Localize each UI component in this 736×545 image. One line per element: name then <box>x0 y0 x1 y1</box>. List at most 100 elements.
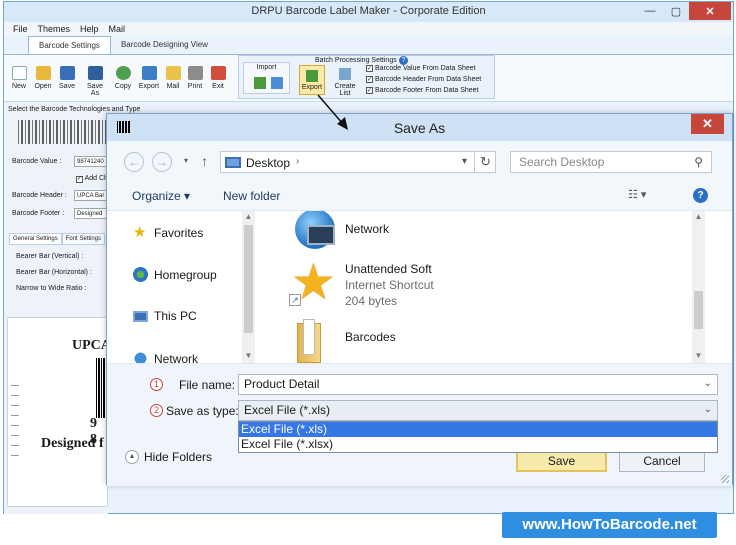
refresh-icon[interactable]: ↻ <box>474 151 496 173</box>
option-barcode-header[interactable]: ✓ Barcode Header From Data Sheet <box>366 76 481 83</box>
list-item[interactable]: ★ ↗ Unattended Soft Internet Shortcut 20… <box>289 257 434 309</box>
checkbox-checked-icon[interactable]: ✓ <box>366 76 373 83</box>
nav-favorites[interactable]: ★ Favorites <box>133 225 203 240</box>
tab-font-settings[interactable]: Font Settings <box>61 233 106 245</box>
save-toolbar-button[interactable]: Save <box>55 66 79 90</box>
nav-this-pc[interactable]: This PC <box>133 309 197 323</box>
export-toolbar-button[interactable]: Export <box>137 66 161 90</box>
save-as-button[interactable]: Save As <box>83 66 107 97</box>
resize-grip[interactable] <box>721 475 729 483</box>
import-list-icon[interactable] <box>271 77 283 89</box>
floppy-icon <box>59 66 75 80</box>
change-view-icon[interactable]: ☷ ▾ <box>628 188 660 204</box>
minimize-button[interactable]: — <box>637 2 663 20</box>
tab-barcode-designing-view[interactable]: Barcode Designing View <box>111 36 218 54</box>
nav-network[interactable]: Network <box>133 351 198 363</box>
barcode-header-input[interactable]: UPCA Bar <box>74 190 108 201</box>
scroll-up-icon[interactable]: ▲ <box>692 212 705 221</box>
menu-mail[interactable]: Mail <box>109 22 126 36</box>
up-arrow-icon[interactable]: ↑ <box>201 153 208 169</box>
list-item[interactable]: Network <box>289 211 389 255</box>
star-icon: ★ <box>133 224 147 241</box>
scroll-thumb[interactable] <box>244 225 253 333</box>
file-list-scrollbar[interactable]: ▲ ▼ <box>692 211 705 363</box>
save-as-type-label: Save as type: <box>166 404 239 418</box>
batch-help-icon[interactable]: ? <box>399 56 408 65</box>
new-folder-button[interactable]: New folder <box>223 189 280 203</box>
file-name-value: Product Detail <box>244 377 320 391</box>
barcode-type-thumbnails[interactable] <box>18 120 106 144</box>
technology-heading: Select the Barcode Technologies and Type <box>8 106 141 113</box>
cancel-button[interactable]: Cancel <box>619 450 705 472</box>
print-button[interactable]: Print <box>183 66 207 90</box>
hide-folders-button[interactable]: ▲ Hide Folders <box>125 450 212 464</box>
address-dropdown-icon[interactable]: ▾ <box>462 156 467 167</box>
option-excel-xlsx[interactable]: Excel File (*.xlsx) <box>239 437 717 452</box>
copy-button[interactable]: Copy <box>111 66 135 90</box>
menu-themes[interactable]: Themes <box>38 22 71 36</box>
scroll-up-icon[interactable]: ▲ <box>242 212 255 221</box>
organize-menu-button[interactable]: Organize ▾ <box>132 189 190 203</box>
barcode-footer-label: Barcode Footer : <box>12 210 65 217</box>
nav-pane-scrollbar[interactable]: ▲ ▼ <box>242 211 255 363</box>
bearer-bar-horizontal-label: Bearer Bar (Horizontal) : <box>16 269 92 276</box>
list-item[interactable]: Barcodes <box>289 317 396 363</box>
scroll-thumb[interactable] <box>694 291 703 329</box>
tab-general-settings[interactable]: General Settings <box>9 233 62 245</box>
back-arrow-icon[interactable]: ← <box>124 152 144 172</box>
checkbox-checked-icon[interactable]: ✓ <box>366 65 373 72</box>
breadcrumb-chevron-icon[interactable]: › <box>296 156 299 167</box>
tab-barcode-settings[interactable]: Barcode Settings <box>28 36 111 54</box>
option-barcode-value[interactable]: ✓ Barcode Value From Data Sheet <box>366 65 476 72</box>
nav-homegroup[interactable]: Homegroup <box>133 267 217 282</box>
maximize-button[interactable]: ▢ <box>663 2 689 20</box>
close-button[interactable]: ✕ <box>689 2 731 20</box>
import-excel-icon[interactable] <box>254 77 266 89</box>
step-two-marker: 2 <box>150 404 163 417</box>
batch-export-button[interactable]: Export <box>299 65 325 95</box>
search-input[interactable]: Search Desktop ⚲ <box>510 151 712 173</box>
menu-help[interactable]: Help <box>80 22 99 36</box>
mail-button[interactable]: Mail <box>161 66 185 90</box>
open-button[interactable]: Open <box>31 66 55 90</box>
add-checksum-checkbox[interactable]: ✓ Add Ch <box>76 175 108 183</box>
save-type-dropdown-list: Excel File (*.xls) Excel File (*.xlsx) <box>238 421 718 453</box>
ribbon-tabs: Barcode Settings Barcode Designing View <box>4 36 218 54</box>
checkbox-checked-icon[interactable]: ✓ <box>76 175 83 183</box>
chevron-down-icon[interactable]: ⌄ <box>704 378 712 389</box>
dialog-close-button[interactable]: ✕ <box>691 114 724 134</box>
checkbox-checked-icon[interactable]: ✓ <box>366 87 373 94</box>
address-bar[interactable]: Desktop › ▾ <box>220 151 496 173</box>
forward-arrow-icon[interactable]: → <box>152 152 172 172</box>
ribbon-toolbar: New Open Save Save As Copy Export Mail P… <box>4 54 733 102</box>
menu-file[interactable]: File <box>13 22 28 36</box>
save-as-dialog: Save As ✕ ← → ▾ ↑ Desktop › ▾ ↻ Search D… <box>106 113 733 486</box>
exit-icon <box>210 66 226 80</box>
option-excel-xls[interactable]: Excel File (*.xls) <box>239 422 717 437</box>
create-list-button[interactable]: Create List <box>330 66 360 97</box>
exit-button[interactable]: Exit <box>206 66 230 90</box>
option-barcode-footer[interactable]: ✓ Barcode Footer From Data Sheet <box>366 87 479 94</box>
navigation-pane: ★ Favorites Homegroup This PC Network ▲ … <box>107 211 255 363</box>
file-name-input[interactable]: Product Detail ⌄ <box>238 374 718 395</box>
recent-locations-chevron-icon[interactable]: ▾ <box>180 152 192 172</box>
file-name-label: File name: <box>179 378 236 392</box>
scroll-down-icon[interactable]: ▼ <box>692 351 705 360</box>
desktop-icon <box>225 157 241 168</box>
dialog-help-icon[interactable]: ? <box>693 188 708 203</box>
search-placeholder: Search Desktop <box>519 155 605 169</box>
vertical-ruler <box>11 376 19 456</box>
save-button[interactable]: Save <box>516 450 607 472</box>
search-icon: ⚲ <box>694 155 703 169</box>
batch-processing-group: Batch Processing Settings ? Import Expor… <box>238 55 495 99</box>
barcode-footer-input[interactable]: Designed <box>74 208 108 219</box>
new-button[interactable]: New <box>7 66 31 90</box>
barcode-value-input[interactable]: 98741240 <box>74 156 108 167</box>
save-as-type-value: Excel File (*.xls) <box>244 403 331 417</box>
watermark-banner: www.HowToBarcode.net <box>502 512 717 538</box>
scroll-down-icon[interactable]: ▼ <box>242 351 255 360</box>
dialog-bottom-panel: 1 File name: Product Detail ⌄ 2 Save as … <box>107 363 732 486</box>
file-name: Network <box>345 222 390 236</box>
chevron-down-icon[interactable]: ⌄ <box>704 404 712 415</box>
save-as-type-select[interactable]: Excel File (*.xls) ⌄ <box>238 400 718 421</box>
